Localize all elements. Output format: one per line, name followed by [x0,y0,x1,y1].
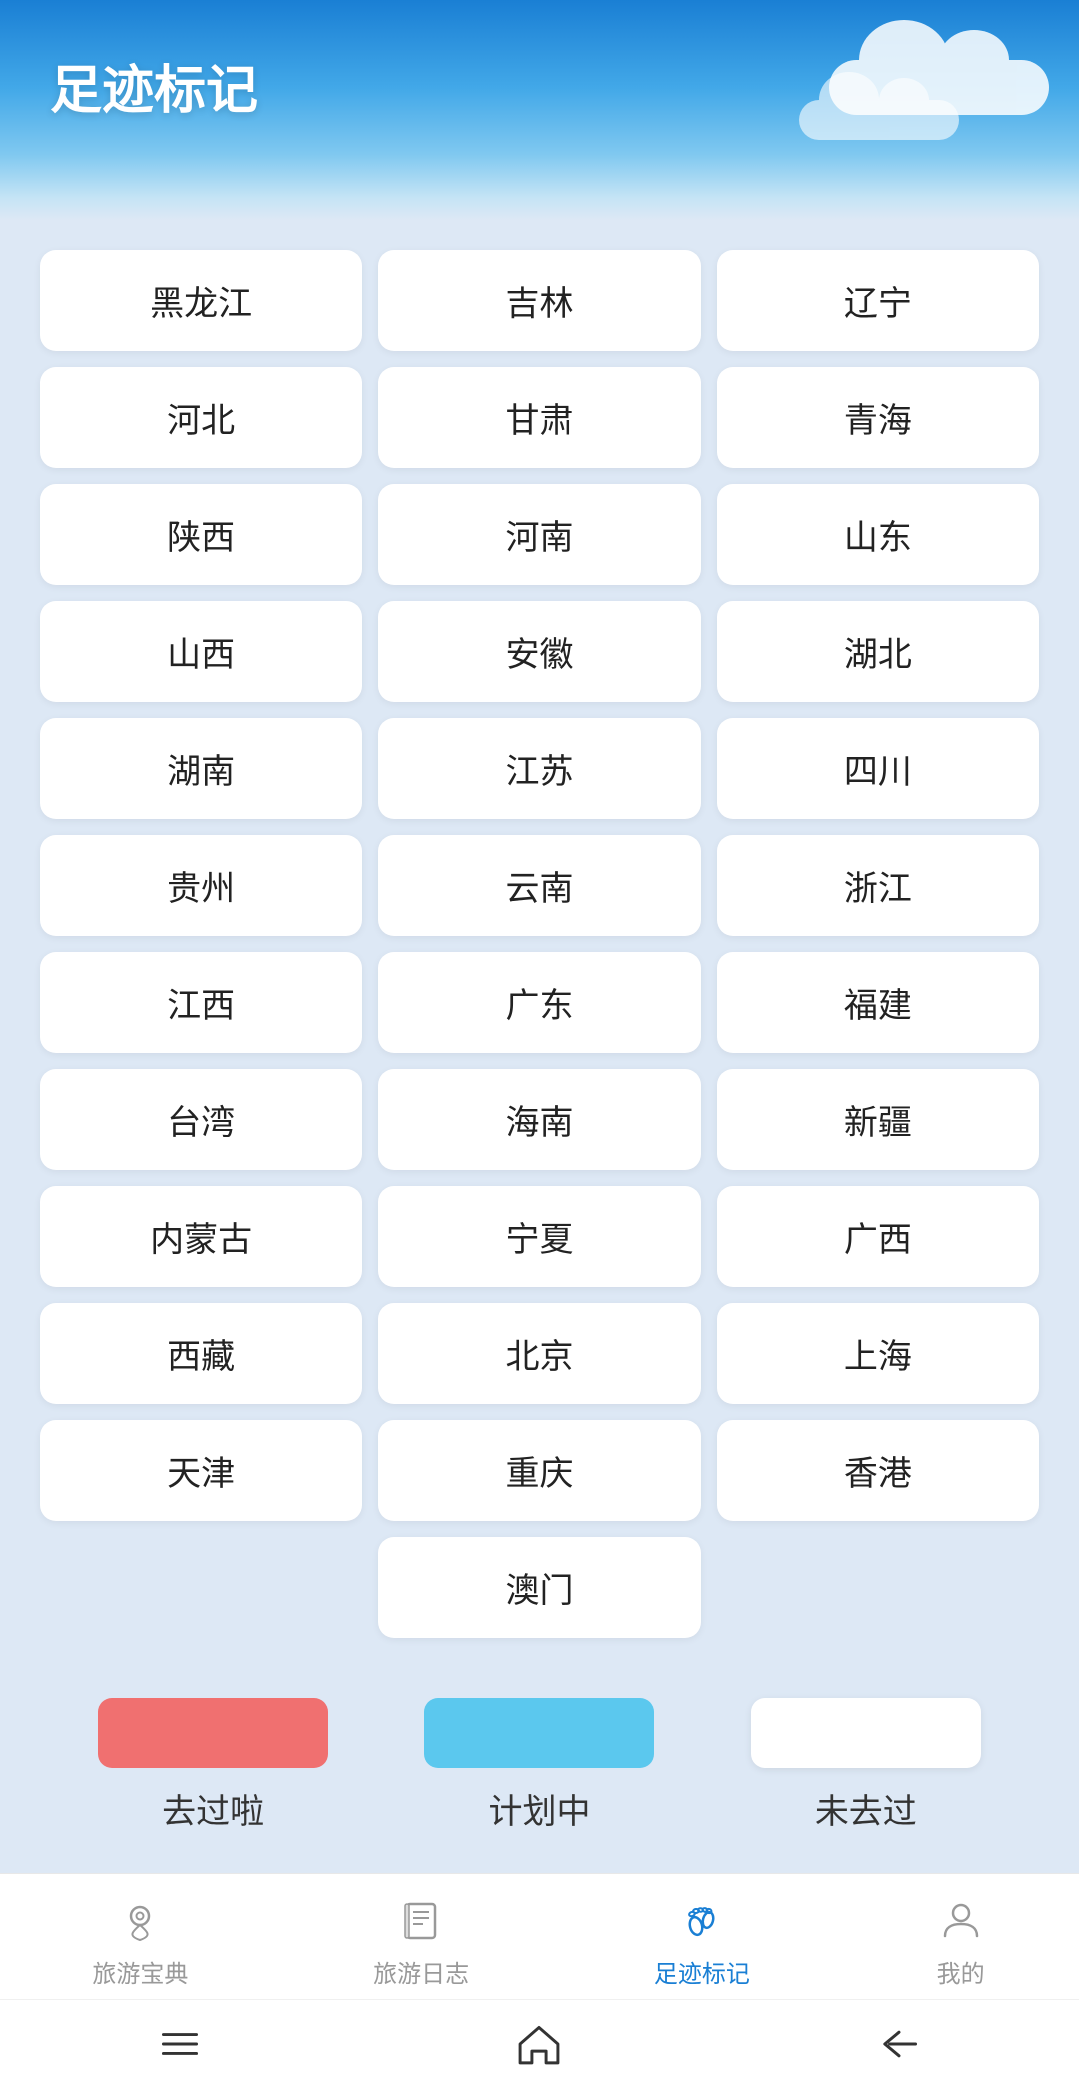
header-background: 足迹标记 [0,0,1079,220]
province-jilin[interactable]: 吉林 [378,250,700,351]
person-icon [935,1894,987,1946]
province-qinghai[interactable]: 青海 [717,367,1039,468]
province-guangxi[interactable]: 广西 [717,1186,1039,1287]
legend-planned-color [424,1698,654,1768]
system-menu-icon[interactable] [154,2018,206,2070]
province-guizhou[interactable]: 贵州 [40,835,362,936]
province-shaanxi[interactable]: 陕西 [40,484,362,585]
nav-item-mine[interactable]: 我的 [915,1894,1007,1989]
page-title: 足迹标记 [50,48,258,123]
system-bar [0,1999,1079,2100]
province-heilongjiang[interactable]: 黑龙江 [40,250,362,351]
province-hongkong[interactable]: 香港 [717,1420,1039,1521]
nav-label-travel-diary: 旅游日志 [373,1954,469,1989]
system-home-icon[interactable] [513,2018,565,2070]
legend-planned-label: 计划中 [488,1784,590,1833]
province-shanxi[interactable]: 山西 [40,601,362,702]
province-liaoning[interactable]: 辽宁 [717,250,1039,351]
province-hunan[interactable]: 湖南 [40,718,362,819]
province-xinjiang[interactable]: 新疆 [717,1069,1039,1170]
province-xizang[interactable]: 西藏 [40,1303,362,1404]
province-shanghai[interactable]: 上海 [717,1303,1039,1404]
legend-section: 去过啦 计划中 未去过 [40,1698,1039,1833]
legend-planned: 计划中 [424,1698,654,1833]
main-content: 黑龙江 吉林 辽宁 河北 甘肃 青海 陕西 河南 山东 山西 安徽 湖北 湖南 … [0,220,1079,1873]
nav-label-travel-guide: 旅游宝典 [92,1954,188,1989]
nav-label-mine: 我的 [937,1954,985,1989]
province-henan[interactable]: 河南 [378,484,700,585]
province-zhejiang[interactable]: 浙江 [717,835,1039,936]
system-back-icon[interactable] [873,2018,925,2070]
nav-label-footprint: 足迹标记 [654,1954,750,1989]
legend-visited-color [98,1698,328,1768]
province-shandong[interactable]: 山东 [717,484,1039,585]
cloud-decoration-2 [799,100,959,140]
nav-items: 旅游宝典 旅游日志 [0,1894,1079,1989]
province-grid: 黑龙江 吉林 辽宁 河北 甘肃 青海 陕西 河南 山东 山西 安徽 湖北 湖南 … [40,250,1039,1638]
footprint-icon [676,1894,728,1946]
province-guangdong[interactable]: 广东 [378,952,700,1053]
legend-visited: 去过啦 [98,1698,328,1833]
legend-unvisited-label: 未去过 [815,1784,917,1833]
bottom-nav: 旅游宝典 旅游日志 [0,1873,1079,1999]
legend-unvisited-color [751,1698,981,1768]
province-hebei[interactable]: 河北 [40,367,362,468]
province-hubei[interactable]: 湖北 [717,601,1039,702]
province-yunnan[interactable]: 云南 [378,835,700,936]
province-jiangsu[interactable]: 江苏 [378,718,700,819]
nav-item-travel-guide[interactable]: 旅游宝典 [72,1894,208,1989]
province-neimenggu[interactable]: 内蒙古 [40,1186,362,1287]
book-icon [395,1894,447,1946]
province-beijing[interactable]: 北京 [378,1303,700,1404]
province-sichuan[interactable]: 四川 [717,718,1039,819]
legend-visited-label: 去过啦 [162,1784,264,1833]
province-tianjin[interactable]: 天津 [40,1420,362,1521]
province-jiangxi[interactable]: 江西 [40,952,362,1053]
province-fujian[interactable]: 福建 [717,952,1039,1053]
nav-item-footprint[interactable]: 足迹标记 [634,1894,770,1989]
province-hainan[interactable]: 海南 [378,1069,700,1170]
legend-unvisited: 未去过 [751,1698,981,1833]
province-gansu[interactable]: 甘肃 [378,367,700,468]
province-taiwan[interactable]: 台湾 [40,1069,362,1170]
province-anhui[interactable]: 安徽 [378,601,700,702]
nav-item-travel-diary[interactable]: 旅游日志 [353,1894,489,1989]
province-chongqing[interactable]: 重庆 [378,1420,700,1521]
province-ningxia[interactable]: 宁夏 [378,1186,700,1287]
location-icon [114,1894,166,1946]
province-aomen[interactable]: 澳门 [378,1537,700,1638]
